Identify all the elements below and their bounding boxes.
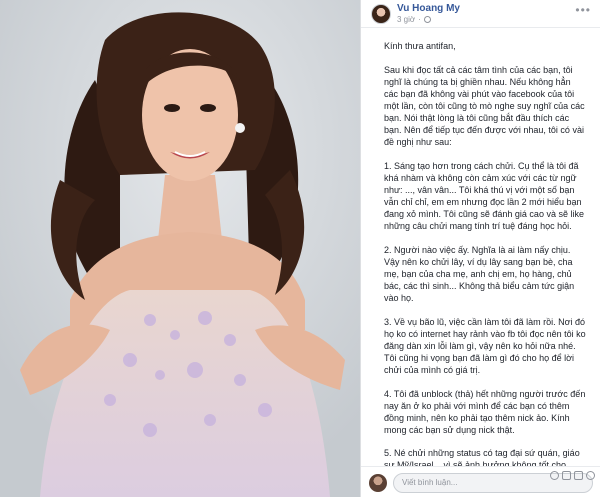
post-paragraph: 2. Người nào việc ấy. Nghĩa là ai làm nấ…	[384, 245, 575, 303]
camera-icon[interactable]	[562, 471, 571, 480]
post-time[interactable]: 3 giờ	[397, 15, 415, 24]
post-text: Kính thưa antifan, Sau khi đọc tất cả cá…	[384, 40, 586, 494]
woman-portrait-image	[0, 0, 360, 497]
post-photo[interactable]	[0, 0, 360, 497]
post-paragraph: 4. Tôi đã unblock (thả) hết những người …	[384, 389, 586, 435]
viewer-avatar	[369, 474, 387, 492]
globe-icon	[423, 16, 431, 23]
post-paragraph: 3. Về vụ bão lũ, việc cần làm tôi đã làm…	[384, 317, 586, 375]
post-header: Vu Hoang My 3 giờ · •••	[361, 0, 600, 28]
sticker-icon[interactable]	[586, 471, 595, 480]
author-name-link[interactable]: Vu Hoang My	[397, 3, 460, 14]
comment-bar: Viết bình luận...	[361, 466, 600, 497]
meta-separator: ·	[418, 15, 421, 24]
post-paragraph: Sau khi đọc tất cả các tâm tình của các …	[384, 65, 585, 147]
emoji-icon[interactable]	[550, 471, 559, 480]
comment-tools	[550, 471, 595, 480]
post-paragraph: Kính thưa antifan,	[384, 41, 456, 51]
more-horizontal-icon[interactable]: •••	[575, 4, 591, 16]
post-paragraph: 1. Sáng tạo hơn trong cách chửi. Cụ thể …	[384, 161, 584, 231]
post-panel: Vu Hoang My 3 giờ · ••• Kính thưa antifa…	[360, 0, 600, 497]
post-meta: 3 giờ ·	[397, 15, 431, 24]
author-avatar[interactable]	[371, 4, 391, 24]
gif-icon[interactable]	[574, 471, 583, 480]
